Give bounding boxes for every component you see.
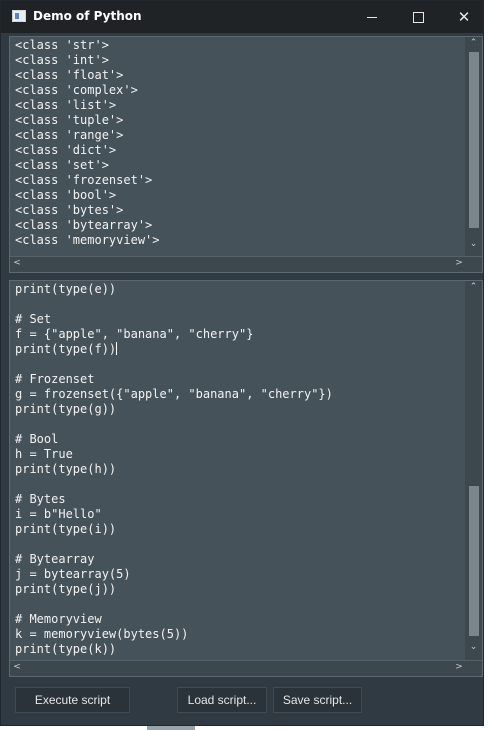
output-line: <class 'dict'> [15, 143, 117, 157]
output-text[interactable]: <class 'str'> <class 'int'> <class 'float'… [15, 38, 464, 256]
load-script-button[interactable]: Load script... [177, 687, 267, 713]
code-line: i = b"Hello" [15, 507, 102, 521]
output-scroll-thumb[interactable] [469, 52, 479, 228]
scroll-right-icon[interactable]: > [454, 662, 464, 672]
close-button[interactable]: ✕ [441, 1, 487, 33]
text-caret [116, 342, 118, 355]
output-pane[interactable]: <class 'str'> <class 'int'> <class 'float'… [9, 36, 483, 273]
output-line: <class 'bytes'> [15, 203, 124, 217]
output-line: <class 'tuple'> [15, 113, 124, 127]
output-line: <class 'float'> [15, 68, 124, 82]
code-line: h = True [15, 447, 73, 461]
output-line: <class 'str'> [15, 38, 109, 52]
scroll-right-icon[interactable]: > [454, 258, 464, 268]
code-line: # Memoryview [15, 612, 102, 626]
scroll-down-icon[interactable]: ⌄ [465, 642, 482, 652]
code-line: # Frozenset [15, 372, 95, 386]
code-line: print(type(f)) [15, 342, 118, 356]
code-line: print(type(h)) [15, 462, 117, 476]
output-line: <class 'bool'> [15, 188, 117, 202]
execute-script-button[interactable]: Execute script [15, 687, 130, 713]
scroll-left-icon[interactable]: < [12, 258, 22, 268]
title-bar[interactable]: Demo of Python ✕ [1, 1, 483, 33]
editor-vertical-scrollbar[interactable]: ⌃ ⌄ [465, 281, 482, 660]
app-window: Demo of Python ✕ <class 'str'> <class 'in… [0, 0, 484, 726]
output-line: <class 'set'> [15, 158, 109, 172]
maximize-button[interactable] [395, 1, 441, 33]
editor-horizontal-scrollbar[interactable]: < > [10, 660, 482, 676]
output-horizontal-scrollbar[interactable]: < > [10, 256, 482, 272]
output-line: <class 'int'> [15, 53, 109, 67]
scroll-up-icon[interactable]: ⌃ [465, 38, 482, 48]
save-script-button[interactable]: Save script... [273, 687, 362, 713]
editor-scroll-thumb[interactable] [469, 486, 479, 636]
output-line: <class 'bytearray'> [15, 218, 153, 232]
output-line: <class 'range'> [15, 128, 124, 142]
minimize-icon [367, 17, 377, 18]
code-line: g = frozenset({"apple", "banana", "cherr… [15, 387, 333, 401]
code-line: j = bytearray(5) [15, 567, 131, 581]
code-line: # Bool [15, 432, 59, 446]
code-line: # Set [15, 312, 52, 326]
script-editor[interactable]: print(type(e)) # Set f = {"apple", "banana… [15, 282, 464, 660]
output-vertical-scrollbar[interactable]: ⌃ ⌄ [465, 37, 482, 256]
output-line: <class 'frozenset'> [15, 173, 153, 187]
output-line: <class 'complex'> [15, 83, 138, 97]
scroll-down-icon[interactable]: ⌄ [465, 239, 482, 249]
code-line: print(type(g)) [15, 402, 117, 416]
maximize-icon [412, 12, 424, 23]
editor-pane[interactable]: print(type(e)) # Set f = {"apple", "banana… [9, 280, 483, 677]
scroll-left-icon[interactable]: < [12, 662, 22, 672]
code-line: print(type(e)) [15, 282, 117, 296]
code-line: # Bytearray [15, 552, 95, 566]
scroll-up-icon[interactable]: ⌃ [465, 282, 482, 292]
code-line: print(type(j)) [15, 582, 117, 596]
code-line: print(type(k)) [15, 642, 117, 656]
close-icon: ✕ [457, 8, 471, 26]
app-icon [12, 10, 26, 22]
taskbar-grip [147, 726, 195, 730]
code-line: f = {"apple", "banana", "cherry"} [15, 327, 254, 341]
code-line: # Bytes [15, 492, 66, 506]
minimize-button[interactable] [349, 1, 395, 33]
code-line: k = memoryview(bytes(5)) [15, 627, 189, 641]
output-line: <class 'memoryview'> [15, 233, 160, 247]
output-line: <class 'list'> [15, 98, 117, 112]
code-line: print(type(i)) [15, 522, 117, 536]
window-title: Demo of Python [33, 9, 142, 23]
